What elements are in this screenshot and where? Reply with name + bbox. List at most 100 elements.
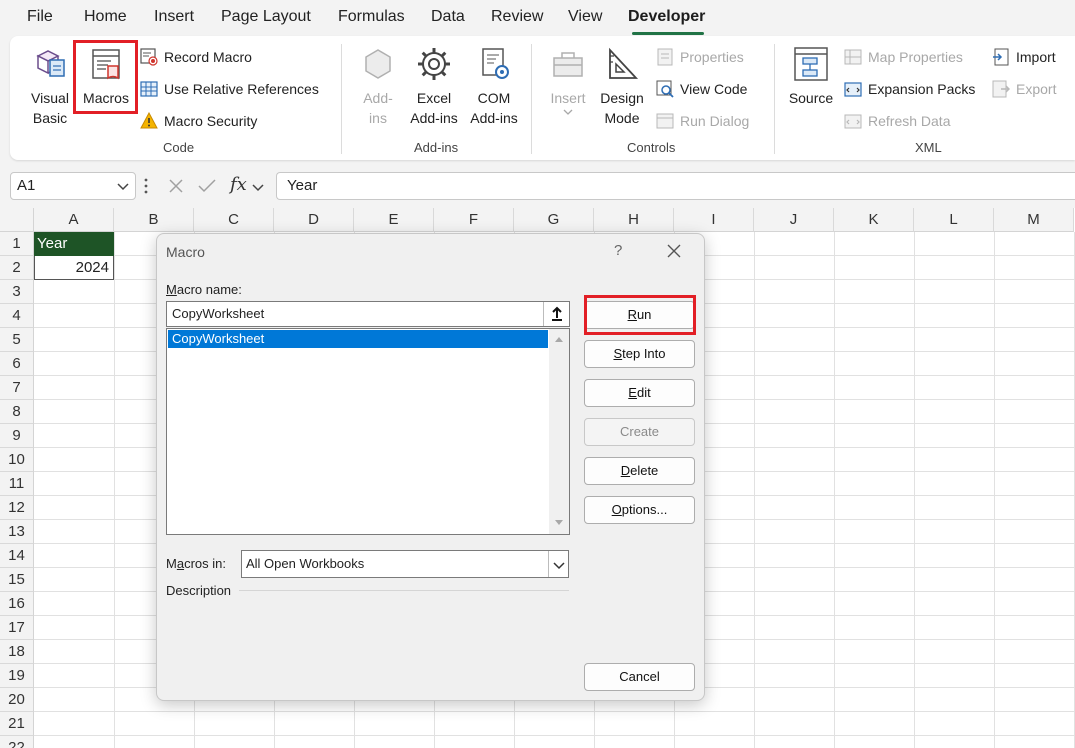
tab-page-layout[interactable]: Page Layout bbox=[221, 8, 311, 26]
column-header-k[interactable]: K bbox=[834, 208, 914, 232]
scroll-down-icon[interactable] bbox=[554, 519, 564, 527]
visual-basic-label: Visual Basic bbox=[31, 90, 69, 126]
close-icon[interactable] bbox=[666, 243, 682, 259]
confirm-entry-icon[interactable] bbox=[198, 178, 216, 194]
row-header-4[interactable]: 4 bbox=[0, 304, 34, 328]
row-header-7[interactable]: 7 bbox=[0, 376, 34, 400]
column-header-g[interactable]: G bbox=[514, 208, 594, 232]
column-header-l[interactable]: L bbox=[914, 208, 994, 232]
cell-a1[interactable]: Year bbox=[34, 232, 114, 256]
scroll-up-icon[interactable] bbox=[554, 335, 564, 343]
row-header-18[interactable]: 18 bbox=[0, 640, 34, 664]
design-mode-button[interactable]: Design Mode bbox=[594, 42, 650, 128]
row-header-8[interactable]: 8 bbox=[0, 400, 34, 424]
column-header-i[interactable]: I bbox=[674, 208, 754, 232]
macro-security-label: Macro Security bbox=[164, 113, 258, 129]
row-header-2[interactable]: 2 bbox=[0, 256, 34, 280]
properties-icon bbox=[657, 48, 673, 66]
tab-file[interactable]: File bbox=[27, 8, 53, 26]
row-header-10[interactable]: 10 bbox=[0, 448, 34, 472]
export-label: Export bbox=[1016, 81, 1057, 97]
tab-review[interactable]: Review bbox=[491, 8, 543, 26]
cancel-entry-icon[interactable] bbox=[168, 178, 184, 194]
column-header-h[interactable]: H bbox=[594, 208, 674, 232]
row-header-1[interactable]: 1 bbox=[0, 232, 34, 256]
chevron-down-icon[interactable] bbox=[117, 181, 129, 191]
step-into-button[interactable]: Step Into bbox=[584, 340, 695, 368]
options-button[interactable]: Options... bbox=[584, 496, 695, 524]
add-ins-button[interactable]: Add- ins bbox=[356, 42, 400, 128]
visual-basic-icon bbox=[36, 50, 65, 77]
row-header-6[interactable]: 6 bbox=[0, 352, 34, 376]
cell-a2[interactable]: 2024 bbox=[34, 256, 114, 280]
macro-name-reference-button[interactable] bbox=[543, 302, 569, 326]
column-header-b[interactable]: B bbox=[114, 208, 194, 232]
tab-developer[interactable]: Developer bbox=[628, 8, 705, 26]
help-button[interactable]: ? bbox=[614, 242, 622, 259]
column-header-d[interactable]: D bbox=[274, 208, 354, 232]
tab-home[interactable]: Home bbox=[84, 8, 127, 26]
insert-function-button[interactable]: fx bbox=[230, 174, 247, 195]
create-button[interactable]: Create bbox=[584, 418, 695, 446]
insert-control-button[interactable]: Insert bbox=[546, 42, 590, 116]
macro-list[interactable]: CopyWorksheet bbox=[166, 328, 570, 535]
row-header-13[interactable]: 13 bbox=[0, 520, 34, 544]
macro-name-input[interactable]: CopyWorksheet bbox=[166, 301, 570, 327]
macros-in-select[interactable]: All Open Workbooks bbox=[241, 550, 569, 578]
design-mode-icon bbox=[609, 47, 639, 79]
excel-add-ins-button[interactable]: Excel Add-ins bbox=[406, 42, 462, 128]
row-header-21[interactable]: 21 bbox=[0, 712, 34, 736]
tab-data[interactable]: Data bbox=[431, 8, 465, 26]
row-header-15[interactable]: 15 bbox=[0, 568, 34, 592]
edit-button[interactable]: Edit bbox=[584, 379, 695, 407]
row-header-20[interactable]: 20 bbox=[0, 688, 34, 712]
row-header-9[interactable]: 9 bbox=[0, 424, 34, 448]
group-separator bbox=[774, 44, 775, 154]
row-header-19[interactable]: 19 bbox=[0, 664, 34, 688]
row-header-5[interactable]: 5 bbox=[0, 328, 34, 352]
map-properties-icon bbox=[844, 49, 862, 65]
tab-formulas[interactable]: Formulas bbox=[338, 8, 405, 26]
cancel-button[interactable]: Cancel bbox=[584, 663, 695, 691]
column-header-f[interactable]: F bbox=[434, 208, 514, 232]
com-add-ins-button[interactable]: COM Add-ins bbox=[465, 42, 523, 128]
row-header-3[interactable]: 3 bbox=[0, 280, 34, 304]
row-header-14[interactable]: 14 bbox=[0, 544, 34, 568]
macros-in-value: All Open Workbooks bbox=[246, 556, 365, 571]
export-icon bbox=[992, 80, 1010, 98]
row-header-22[interactable]: 22 bbox=[0, 736, 34, 748]
step-into-button-mnemonic: S bbox=[613, 346, 623, 361]
column-header-m[interactable]: M bbox=[994, 208, 1074, 232]
row-header-11[interactable]: 11 bbox=[0, 472, 34, 496]
chevron-down-icon[interactable] bbox=[252, 182, 264, 192]
macro-list-scrollbar[interactable] bbox=[549, 329, 569, 534]
grid-line bbox=[914, 232, 915, 748]
list-item[interactable]: CopyWorksheet bbox=[168, 330, 548, 348]
delete-button[interactable]: Delete bbox=[584, 457, 695, 485]
visual-basic-button[interactable]: Visual Basic bbox=[22, 42, 78, 128]
source-button[interactable]: Source bbox=[784, 42, 838, 108]
formula-input[interactable]: Year bbox=[276, 172, 1075, 200]
warning-icon bbox=[140, 112, 158, 129]
row-header-12[interactable]: 12 bbox=[0, 496, 34, 520]
column-header-e[interactable]: E bbox=[354, 208, 434, 232]
macros-in-dropdown[interactable] bbox=[548, 551, 568, 577]
row-header-17[interactable]: 17 bbox=[0, 616, 34, 640]
tab-insert[interactable]: Insert bbox=[154, 8, 194, 26]
name-box[interactable]: A1 bbox=[10, 172, 136, 200]
more-options-icon[interactable] bbox=[144, 177, 148, 195]
run-dialog-icon bbox=[656, 113, 674, 129]
expansion-packs-icon bbox=[844, 82, 862, 97]
import-label: Import bbox=[1016, 49, 1056, 65]
column-header-a[interactable]: A bbox=[34, 208, 114, 232]
column-header-j[interactable]: J bbox=[754, 208, 834, 232]
description-label: Description bbox=[166, 583, 232, 598]
source-icon bbox=[794, 47, 828, 81]
chevron-down-icon bbox=[553, 562, 565, 570]
tab-view[interactable]: View bbox=[568, 8, 602, 26]
delete-button-mnemonic: D bbox=[620, 463, 631, 478]
macros-in-label-start: M bbox=[166, 556, 177, 571]
row-header-16[interactable]: 16 bbox=[0, 592, 34, 616]
select-all-corner[interactable] bbox=[0, 208, 34, 232]
column-header-c[interactable]: C bbox=[194, 208, 274, 232]
